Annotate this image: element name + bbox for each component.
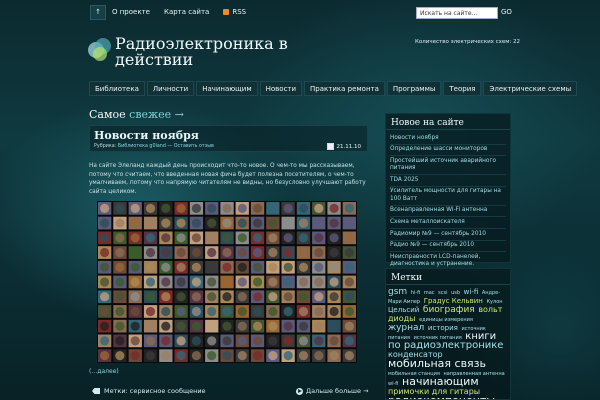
new-item-link[interactable]: Новости ноября <box>390 133 506 145</box>
tag-link[interactable]: вольт <box>478 305 502 314</box>
new-item-link[interactable]: Усилитель мощности для гитары на 100 Ват… <box>390 187 506 206</box>
tag-link[interactable]: gsm <box>388 287 407 297</box>
post-tags: Метки: сервисное сообщение <box>92 387 206 395</box>
new-item-link[interactable]: Радио №9 — сентябрь 2010 <box>390 241 506 253</box>
nav-sitemap-link[interactable]: Карта сайта <box>164 8 209 16</box>
post-meta: Рубрика: Библиотека g0land — Оставить от… <box>94 144 214 149</box>
section-fresh-link[interactable]: свежее → <box>129 108 184 121</box>
tag-icon <box>92 388 100 394</box>
tag-link[interactable]: mac <box>424 290 435 296</box>
new-on-site-list: Новости ноября Определение шасси мониторо… <box>386 130 510 274</box>
tags-widget: Метки gsm hi-fi mac scsi usb wi-fi Андре… <box>385 268 511 400</box>
further-label: Дальше больше → <box>306 387 369 395</box>
new-item-link[interactable]: Схема металлоискателя <box>390 217 506 229</box>
site-title[interactable]: Радиоэлектроника в действии <box>115 36 295 68</box>
post-date: 21.11.10 <box>326 143 362 150</box>
avatar-collage-image <box>97 201 357 363</box>
tag-link[interactable]: диоды <box>388 314 415 323</box>
main-nav-programs[interactable]: Программы <box>386 81 442 96</box>
read-more-link[interactable]: (…далее) <box>89 368 119 375</box>
post-comment-link[interactable]: — Оставить отзыв <box>167 144 213 149</box>
main-nav-repair[interactable]: Практика ремонта <box>304 81 385 96</box>
main-nav-news[interactable]: Новости <box>259 81 303 96</box>
calendar-icon <box>326 143 334 150</box>
tag-link[interactable]: wi-fi <box>464 288 479 296</box>
rss-icon <box>223 9 230 15</box>
top-nav: О проекте Карта сайта RSS <box>112 8 246 16</box>
tag-cloud: gsm hi-fi mac scsi usb wi-fi Андре-Мари … <box>386 285 510 400</box>
tag-link[interactable]: Цельсий <box>388 306 419 314</box>
home-button[interactable]: ↑ <box>90 5 106 20</box>
tag-link[interactable]: единицы измерения <box>419 317 473 323</box>
further-link[interactable]: Дальше больше → <box>296 387 369 395</box>
new-item-link[interactable]: Определение шасси мониторов <box>390 145 506 157</box>
new-on-site-title: Новое на сайте <box>386 114 510 130</box>
main-nav-library[interactable]: Библиотека <box>89 81 145 96</box>
main-nav-schemes[interactable]: Электрические схемы <box>483 81 578 96</box>
main-nav-beginners[interactable]: Начинающим <box>196 81 258 96</box>
tag-link[interactable]: usb <box>451 290 460 296</box>
post-meta-prefix: Рубрика: <box>94 144 117 149</box>
tag-link[interactable]: журнал <box>388 323 424 333</box>
tag-link[interactable]: Градус Кельвин <box>424 297 483 305</box>
site-logo-icon[interactable] <box>88 38 112 62</box>
main-nav-theory[interactable]: Теория <box>443 81 482 96</box>
nav-rss-link[interactable]: RSS <box>223 8 246 16</box>
section-heading: Самое свежее → <box>89 108 184 121</box>
search-input[interactable]: Искать на сайте... <box>416 7 498 19</box>
post-tags-label[interactable]: Метки: сервисное сообщение <box>104 387 206 395</box>
tag-link[interactable]: история <box>428 324 458 332</box>
tags-title: Метки <box>386 269 510 285</box>
post-date-text: 21.11.10 <box>336 143 362 150</box>
rss-label: RSS <box>232 8 247 16</box>
tag-link[interactable]: scsi <box>438 290 447 296</box>
post-header: Новости ноября Рубрика: Библиотека g0lan… <box>89 125 368 152</box>
new-on-site-widget: Новое на сайте Новости ноября Определение… <box>385 113 511 272</box>
tag-link[interactable]: мобильная связь <box>388 357 486 370</box>
arrow-right-icon <box>296 387 303 395</box>
post-title[interactable]: Новости ноября <box>94 129 199 142</box>
new-item-link[interactable]: TDA 2025 <box>390 175 506 187</box>
new-item-link[interactable]: Радиомир №9 — сентябрь 2010 <box>390 229 506 241</box>
new-item-link[interactable]: Всенаправленная Wi-Fi антенна <box>390 206 506 218</box>
tag-link[interactable]: hi-fi <box>411 290 421 296</box>
search-go-button[interactable]: GO <box>501 8 512 16</box>
tag-link[interactable]: радиокомпоненты <box>388 394 495 399</box>
post-body: На сайте Элеланд каждый день происходит … <box>89 163 366 195</box>
tag-link[interactable]: биография <box>423 305 475 315</box>
new-item-link[interactable]: Простейший источник аварийного питания <box>390 156 506 176</box>
section-title: Самое <box>89 108 126 121</box>
scheme-count: Количество электрических схем: 22 <box>415 39 521 45</box>
main-nav: Библиотека Личности Начинающим Новости П… <box>89 81 578 96</box>
nav-about-link[interactable]: О проекте <box>112 8 150 16</box>
post-category-link[interactable]: Библиотека g0land <box>118 144 166 149</box>
main-nav-persons[interactable]: Личности <box>146 81 195 96</box>
top-bar: ↑ О проекте Карта сайта RSS Искать на са… <box>0 0 600 26</box>
